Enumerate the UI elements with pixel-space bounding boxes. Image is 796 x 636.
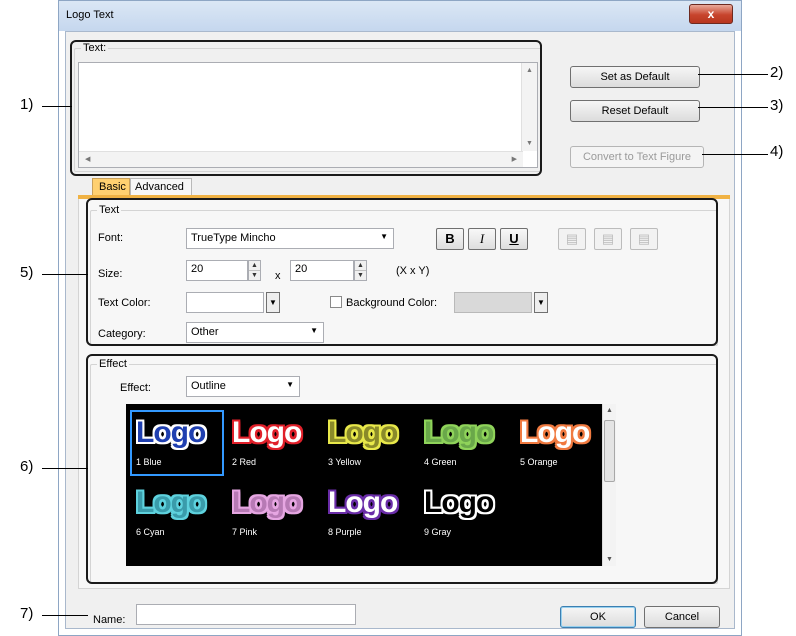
annotation-2: 2) (770, 64, 784, 81)
callout-box-6 (86, 354, 718, 584)
window-title: Logo Text (66, 9, 114, 21)
annotation-5: 5) (20, 264, 34, 281)
annotation-line-7 (42, 615, 88, 616)
ok-button[interactable]: OK (560, 606, 636, 628)
annotation-3: 3) (770, 97, 784, 114)
reset-default-button[interactable]: Reset Default (570, 100, 700, 122)
annotation-6: 6) (20, 458, 34, 475)
close-button[interactable]: x (689, 4, 733, 24)
name-label: Name: (93, 614, 126, 626)
annotation-line-4 (702, 154, 768, 155)
annotation-line-2 (698, 74, 768, 75)
tab-advanced[interactable]: Advanced (130, 178, 192, 195)
set-as-default-button[interactable]: Set as Default (570, 66, 700, 88)
annotation-line-1 (42, 106, 72, 107)
callout-box-1 (70, 40, 542, 176)
title-bar[interactable]: Logo Text x (59, 1, 741, 31)
annotation-line-5 (42, 274, 88, 275)
callout-box-5 (86, 198, 718, 346)
name-input[interactable] (136, 604, 356, 625)
annotation-1: 1) (20, 96, 34, 113)
annotation-7: 7) (20, 605, 34, 622)
annotation-4: 4) (770, 143, 784, 160)
cancel-button[interactable]: Cancel (644, 606, 720, 628)
convert-to-text-figure-button[interactable]: Convert to Text Figure (570, 146, 704, 168)
annotation-line-3 (698, 107, 768, 108)
annotation-line-6 (42, 468, 88, 469)
tab-basic[interactable]: Basic (92, 178, 130, 196)
